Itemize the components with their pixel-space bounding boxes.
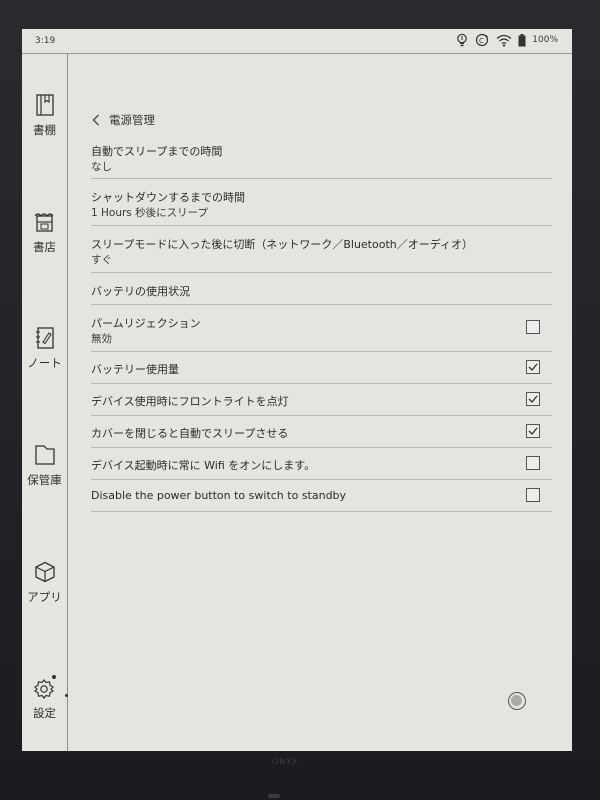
setting-title: 自動でスリープまでの時間 (91, 145, 223, 158)
sidebar-item-note[interactable]: ノート (22, 327, 67, 371)
sidebar-item-apps[interactable]: アプリ (22, 561, 67, 605)
setting-title: デバイス使用時にフロントライトを点灯 (91, 395, 289, 408)
floating-menu-button[interactable] (508, 692, 526, 710)
sidebar-item-label: 設定 (33, 706, 56, 720)
svg-text:C: C (479, 37, 484, 45)
setting-title: デバイス起動時に常に Wifi をオンにします。 (91, 459, 316, 472)
battery-level-checkbox[interactable] (526, 360, 540, 374)
status-bar: 3:19 C 100% (22, 29, 572, 54)
setting-value: 1 Hours 秒後にスリープ (91, 207, 208, 219)
setting-value: すぐ (91, 254, 112, 266)
setting-title: バッテリー使用量 (91, 363, 179, 376)
sidebar-item-bookshelf[interactable]: 書棚 (22, 94, 67, 138)
setting-title: シャットダウンするまでの時間 (91, 191, 245, 204)
sidebar-item-label: ノート (27, 356, 62, 370)
note-icon (22, 327, 67, 352)
status-time: 3:19 (35, 36, 56, 46)
setting-frontlight-on-use[interactable]: デバイス使用時にフロントライトを点灯 (91, 384, 552, 416)
sidebar-item-storage[interactable]: 保管庫 (22, 444, 67, 488)
sidebar-item-store[interactable]: 書店 (22, 211, 67, 255)
power-button[interactable] (268, 794, 280, 798)
setting-shutdown-time[interactable]: シャットダウンするまでの時間 1 Hours 秒後にスリープ (91, 179, 552, 226)
cover-sleep-checkbox[interactable] (526, 424, 540, 438)
main-content: 電源管理 自動でスリープまでの時間 なし シャットダウンするまでの時間 1 Ho… (68, 54, 572, 751)
setting-title: Disable the power button to switch to st… (91, 489, 347, 502)
wifi-on-boot-checkbox[interactable] (526, 456, 540, 470)
folder-icon (22, 444, 67, 469)
check-icon (528, 395, 538, 403)
chevron-left-icon (92, 114, 99, 126)
bulb-icon[interactable] (456, 33, 468, 47)
palm-rejection-checkbox[interactable] (526, 320, 540, 334)
setting-palm-rejection[interactable]: パームリジェクション 無効 (91, 305, 552, 352)
gear-icon (22, 677, 67, 702)
settings-list: 自動でスリープまでの時間 なし シャットダウンするまでの時間 1 Hours 秒… (91, 132, 552, 512)
page-header: 電源管理 (92, 112, 155, 128)
setting-auto-sleep[interactable]: 自動でスリープまでの時間 なし (91, 132, 552, 179)
setting-wifi-on-boot[interactable]: デバイス起動時に常に Wifi をオンにします。 (91, 448, 552, 480)
sidebar-item-label: 書棚 (33, 123, 56, 137)
setting-title: スリープモードに入った後に切断（ネットワーク／Bluetooth／オーディオ） (91, 238, 473, 251)
setting-disable-power-button[interactable]: Disable the power button to switch to st… (91, 480, 552, 512)
frontlight-checkbox[interactable] (526, 392, 540, 406)
back-button[interactable] (92, 112, 106, 128)
notification-dot (52, 675, 56, 679)
sidebar-item-label: アプリ (27, 590, 62, 604)
setting-cover-sleep[interactable]: カバーを閉じると自動でスリープさせる (91, 416, 552, 448)
check-icon (528, 427, 538, 435)
battery-icon (518, 33, 526, 47)
sidebar-item-label: 保管庫 (27, 473, 62, 487)
battery-percent: 100% (532, 35, 558, 45)
setting-title: バッテリの使用状況 (91, 285, 190, 298)
brand-logo: ONYX (272, 757, 299, 766)
setting-battery-usage[interactable]: バッテリの使用状況 (91, 273, 552, 305)
box-icon (22, 561, 67, 586)
setting-title: パームリジェクション (91, 317, 201, 330)
setting-value: なし (91, 161, 112, 173)
screen: 3:19 C 100% 書棚 書店 ノート 保管庫 アプリ 設定 電源管理 自動… (22, 29, 572, 751)
sidebar: 書棚 書店 ノート 保管庫 アプリ 設定 (22, 54, 68, 751)
book-icon (22, 94, 67, 119)
page-title: 電源管理 (109, 113, 155, 127)
setting-value: 無効 (91, 333, 112, 345)
sync-icon[interactable]: C (474, 33, 490, 47)
setting-title: カバーを閉じると自動でスリープさせる (91, 427, 289, 440)
check-icon (528, 363, 538, 371)
power-button-checkbox[interactable] (526, 488, 540, 502)
sidebar-item-settings[interactable]: 設定 (22, 677, 67, 721)
shop-icon (22, 211, 67, 236)
wifi-icon[interactable] (496, 34, 512, 47)
status-icons: C 100% (456, 33, 558, 47)
setting-battery-level[interactable]: バッテリー使用量 (91, 352, 552, 384)
sidebar-item-label: 書店 (33, 240, 56, 254)
setting-disconnect-after-sleep[interactable]: スリープモードに入った後に切断（ネットワーク／Bluetooth／オーディオ） … (91, 226, 552, 273)
